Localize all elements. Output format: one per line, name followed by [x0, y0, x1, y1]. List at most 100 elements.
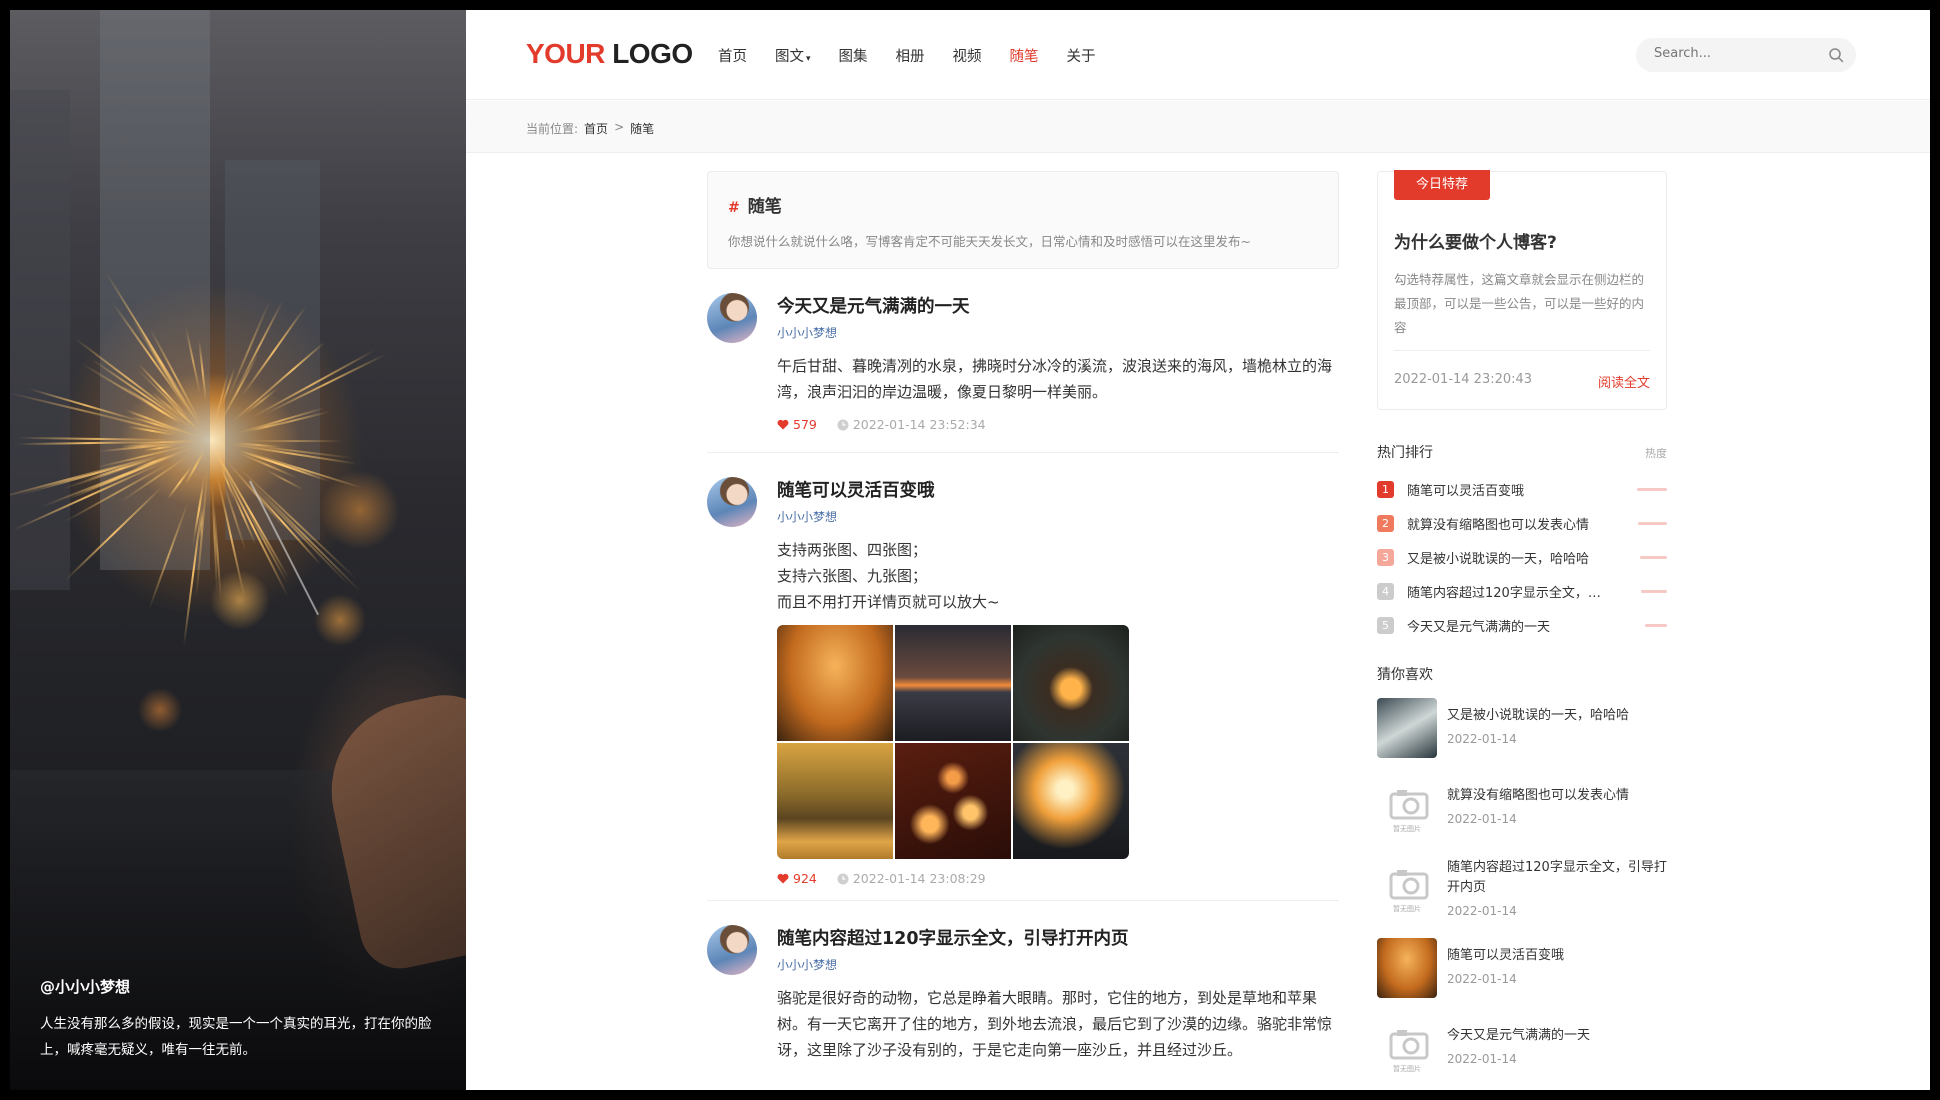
camera-placeholder-icon[interactable]: 暂无图片 [1377, 1018, 1437, 1078]
hot-header: 热门排行 热度 [1377, 442, 1667, 462]
breadcrumb-home[interactable]: 首页 [584, 120, 608, 137]
grid-image[interactable] [777, 743, 893, 859]
hot-item[interactable]: 4 随笔内容超过120字显示全文，引导打开内页 [1377, 574, 1667, 608]
search-icon[interactable] [1828, 47, 1844, 67]
recommend-date: 2022-01-14 [1447, 1052, 1517, 1066]
like-header: 猜你喜欢 [1377, 664, 1667, 684]
recommend-item[interactable]: 随笔可以灵活百变哦 2022-01-14 [1377, 938, 1667, 1018]
rank-badge: 2 [1377, 514, 1394, 532]
breadcrumb-current: 随笔 [630, 122, 655, 136]
nav-item-essay[interactable]: 随笔 [1010, 45, 1039, 66]
hot-item-title: 今天又是元气满满的一天 [1407, 619, 1551, 635]
read-more-link[interactable]: 阅读全文 [1598, 372, 1650, 391]
grid-image[interactable] [1013, 743, 1129, 859]
hot-title: 热门排行 [1377, 445, 1433, 461]
post-title[interactable]: 随笔可以灵活百变哦 [777, 477, 1339, 502]
recommend-date: 2022-01-14 [1447, 972, 1517, 986]
placeholder-caption: 暂无图片 [1393, 825, 1421, 833]
post-item: 随笔可以灵活百变哦 小小小梦想 支持两张图、四张图； 支持六张图、九张图； 而且… [707, 453, 1339, 901]
post-author[interactable]: 小小小梦想 [777, 324, 1339, 341]
breadcrumb-bar: 当前位置: 首页 > 随笔 [466, 101, 1930, 153]
avatar[interactable] [707, 293, 757, 343]
avatar[interactable] [707, 477, 757, 527]
hot-item[interactable]: 3 又是被小说耽误的一天，哈哈哈 [1377, 540, 1667, 574]
grid-image[interactable] [895, 625, 1011, 741]
hot-item-title: 就算没有缩略图也可以发表心情 [1407, 517, 1590, 533]
grid-image[interactable] [1013, 625, 1129, 741]
hot-list: 1 随笔可以灵活百变哦 2 就算没有缩略图也可以发表心情 3 又是被小说耽误的一… [1377, 472, 1667, 642]
placeholder-caption: 暂无图片 [1393, 905, 1421, 913]
recommend-item[interactable]: 暂无图片 随笔内容超过120字显示全文，引导打开内页 2022-01-14 [1377, 858, 1667, 938]
recommend-title[interactable]: 随笔可以灵活百变哦 [1447, 946, 1667, 966]
like-count: 924 [793, 871, 817, 886]
recommend-item[interactable]: 暂无图片 今天又是元气满满的一天 2022-01-14 [1377, 1018, 1667, 1090]
camera-placeholder-icon[interactable]: 暂无图片 [1377, 858, 1437, 918]
site-header: YOUR LOGO 首页 图文 ▾ 图集 相册 视频 随笔 关于 [466, 10, 1930, 100]
avatar[interactable] [707, 925, 757, 975]
post-body: 骆驼是很好奇的动物，它总是睁着大眼睛。那时，它住的地方，到处是草地和苹果树。有一… [777, 989, 1333, 1059]
hot-item-title: 随笔可以灵活百变哦 [1407, 483, 1525, 499]
main-nav: 首页 图文 ▾ 图集 相册 视频 随笔 关于 [718, 45, 1124, 66]
post-title[interactable]: 随笔内容超过120字显示全文，引导打开内页 [777, 925, 1339, 950]
image-grid [777, 625, 1129, 859]
camera-placeholder-icon[interactable]: 暂无图片 [1377, 778, 1437, 838]
thumbnail[interactable] [1377, 938, 1437, 998]
post-time: 2022-01-14 23:52:34 [837, 417, 986, 432]
logo-part-2: LOGO [612, 38, 693, 69]
grid-image[interactable] [777, 625, 893, 741]
hot-item[interactable]: 1 随笔可以灵活百变哦 [1377, 472, 1667, 506]
post-title[interactable]: 今天又是元气满满的一天 [777, 293, 1339, 318]
page: @小小小梦想 人生没有那么多的假设，现实是一个一个真实的耳光，打在你的脸上，喊疼… [10, 10, 1930, 1090]
recommend-item[interactable]: 又是被小说耽误的一天，哈哈哈 2022-01-14 [1377, 698, 1667, 778]
site-logo[interactable]: YOUR LOGO [526, 38, 693, 70]
nav-item-video[interactable]: 视频 [953, 45, 982, 66]
featured-time: 2022-01-14 23:20:43 [1394, 372, 1533, 387]
post-item: 今天又是元气满满的一天 小小小梦想 午后甘甜、暮晚清冽的水泉，拂晓时分冰冷的溪流… [707, 269, 1339, 453]
main-content: # 随笔 你想说什么就说什么咯，写博客肯定不可能天天发长文，日常心情和及时感悟可以… [707, 171, 1339, 1081]
post-meta: 924 2022-01-14 23:08:29 [777, 871, 1339, 886]
heart-icon [777, 873, 789, 884]
divider [1394, 350, 1650, 351]
grid-image[interactable] [895, 743, 1011, 859]
logo-part-1: YOUR [526, 38, 605, 69]
featured-card: 今日特荐 为什么要做个人博客? 勾选特荐属性，这篇文章就会显示在侧边栏的最顶部，… [1377, 170, 1667, 410]
hot-item[interactable]: 2 就算没有缩略图也可以发表心情 [1377, 506, 1667, 540]
nav-item-album[interactable]: 相册 [896, 45, 925, 66]
like-button[interactable]: 924 [777, 871, 817, 886]
post-author[interactable]: 小小小梦想 [777, 956, 1339, 973]
nav-item-home[interactable]: 首页 [718, 45, 747, 66]
breadcrumb-label: 当前位置: [526, 122, 579, 136]
featured-title[interactable]: 为什么要做个人博客? [1394, 228, 1557, 253]
breadcrumb: 当前位置: 首页 > 随笔 [526, 120, 660, 137]
recommend-date: 2022-01-14 [1447, 812, 1517, 826]
hot-item[interactable]: 5 今天又是元气满满的一天 [1377, 608, 1667, 642]
nav-item-gallery[interactable]: 图集 [839, 45, 868, 66]
hot-item-title: 随笔内容超过120字显示全文，引导打开内页 [1407, 585, 1613, 601]
rank-badge: 4 [1377, 582, 1394, 600]
clock-icon [837, 419, 849, 430]
recommend-title[interactable]: 又是被小说耽误的一天，哈哈哈 [1447, 706, 1667, 726]
hot-extra: 热度 [1645, 447, 1667, 460]
heat-bar [1637, 487, 1667, 491]
like-button[interactable]: 579 [777, 417, 817, 432]
sidebar: 今日特荐 为什么要做个人博客? 勾选特荐属性，这篇文章就会显示在侧边栏的最顶部，… [1377, 170, 1667, 1090]
category-title: # 随笔 [728, 197, 782, 217]
clock-icon [837, 873, 849, 884]
hero-quote: 人生没有那么多的假设，现实是一个一个真实的耳光，打在你的脸上，喊疼毫无疑义，唯有… [40, 1016, 432, 1058]
recommend-item[interactable]: 暂无图片 就算没有缩略图也可以发表心情 2022-01-14 [1377, 778, 1667, 858]
recommend-title[interactable]: 随笔内容超过120字显示全文，引导打开内页 [1447, 858, 1667, 898]
hash-icon: # [728, 200, 740, 216]
nav-item-about[interactable]: 关于 [1067, 45, 1096, 66]
rank-badge: 5 [1377, 616, 1394, 634]
post-body: 支持两张图、四张图； 支持六张图、九张图； 而且不用打开详情页就可以放大~ [777, 541, 1000, 611]
thumbnail[interactable] [1377, 698, 1437, 758]
like-count: 579 [793, 417, 817, 432]
spark-streak [249, 440, 344, 443]
post-author[interactable]: 小小小梦想 [777, 508, 1339, 525]
heat-bar [1640, 555, 1667, 559]
nav-item-graphic[interactable]: 图文 ▾ [775, 45, 811, 66]
recommend-title[interactable]: 就算没有缩略图也可以发表心情 [1447, 786, 1667, 806]
recommend-title[interactable]: 今天又是元气满满的一天 [1447, 1026, 1667, 1046]
search-input[interactable] [1654, 46, 1824, 61]
heat-bar [1638, 521, 1667, 525]
